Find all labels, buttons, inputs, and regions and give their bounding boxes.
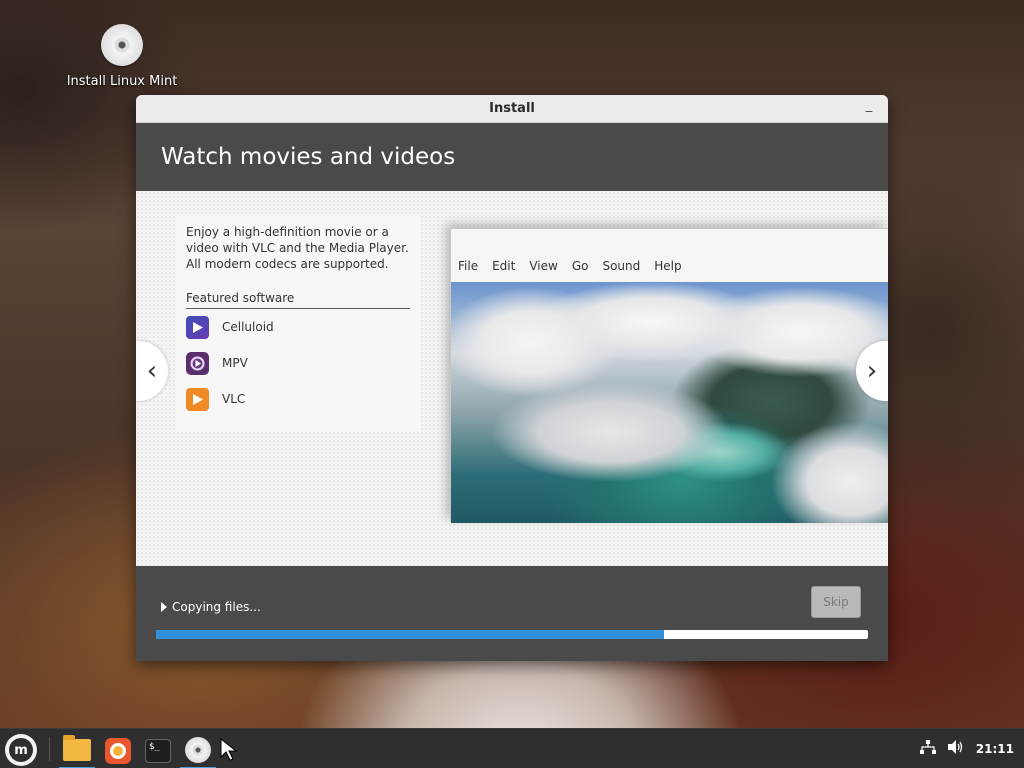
firefox-icon bbox=[105, 738, 131, 764]
desktop-icon-label: Install Linux Mint bbox=[66, 74, 178, 89]
software-name: Celluloid bbox=[222, 320, 274, 334]
taskbar-installer-button[interactable] bbox=[180, 733, 216, 768]
slide-header: Watch movies and videos bbox=[136, 123, 888, 191]
vlc-icon bbox=[186, 387, 209, 411]
taskbar-firefox-button[interactable] bbox=[100, 733, 136, 768]
screenshot-menu-help: Help bbox=[654, 259, 682, 273]
taskbar-files-button[interactable] bbox=[59, 733, 95, 768]
screenshot-menubar: File Edit View Go Sound Help bbox=[451, 259, 689, 277]
window-title: Install bbox=[489, 101, 535, 116]
clock[interactable]: 21:11 bbox=[976, 742, 1014, 756]
expander-triangle-icon bbox=[161, 602, 167, 612]
mouse-cursor-icon bbox=[220, 738, 238, 761]
slide-info-card: Enjoy a high-definition movie or a video… bbox=[176, 216, 421, 431]
taskbar-terminal-button[interactable]: $_ bbox=[140, 733, 176, 768]
system-tray: 21:11 bbox=[919, 729, 1014, 768]
mint-logo-icon: m bbox=[9, 738, 33, 762]
mpv-icon bbox=[186, 351, 209, 375]
disc-icon bbox=[101, 24, 143, 66]
terminal-icon: $_ bbox=[145, 739, 171, 763]
minimize-icon[interactable]: _ bbox=[862, 99, 876, 115]
chevron-left-icon: ‹ bbox=[146, 356, 158, 386]
installer-disc-icon bbox=[185, 737, 211, 763]
software-item-vlc: VLC bbox=[186, 381, 411, 417]
progress-bar-fill bbox=[156, 630, 665, 639]
featured-software-title: Featured software bbox=[186, 291, 410, 309]
status-expander[interactable]: Copying files... bbox=[161, 600, 261, 614]
celluloid-icon bbox=[186, 315, 209, 339]
slide-screenshot: File Edit View Go Sound Help bbox=[450, 228, 888, 523]
slideshow: Enjoy a high-definition movie or a video… bbox=[136, 191, 888, 566]
taskbar: m $_ 21:11 bbox=[0, 728, 1024, 768]
screenshot-menu-view: View bbox=[529, 259, 558, 273]
screenshot-menu-file: File bbox=[458, 259, 479, 273]
progress-footer: Copying files... Skip bbox=[136, 566, 888, 661]
slide-heading: Watch movies and videos bbox=[161, 144, 456, 170]
taskbar-separator bbox=[49, 737, 50, 761]
software-name: MPV bbox=[222, 356, 248, 370]
chevron-right-icon: › bbox=[866, 356, 878, 386]
status-text: Copying files... bbox=[172, 600, 261, 614]
network-icon[interactable] bbox=[919, 740, 936, 758]
skip-button[interactable]: Skip bbox=[811, 586, 861, 618]
slide-description: Enjoy a high-definition movie or a video… bbox=[186, 225, 409, 271]
software-item-celluloid: Celluloid bbox=[186, 309, 411, 345]
progress-bar bbox=[156, 630, 868, 639]
screenshot-menu-go: Go bbox=[571, 259, 589, 273]
software-name: VLC bbox=[222, 392, 246, 406]
software-item-mpv: MPV bbox=[186, 345, 411, 381]
window-titlebar[interactable]: Install _ bbox=[136, 95, 888, 123]
screenshot-menu-sound: Sound bbox=[602, 259, 641, 273]
screenshot-menu-edit: Edit bbox=[492, 259, 516, 273]
video-frame-image bbox=[451, 282, 888, 523]
desktop-icon-install-linux-mint[interactable]: Install Linux Mint bbox=[62, 24, 182, 89]
files-icon bbox=[63, 735, 91, 761]
install-window: Install _ Watch movies and videos Enjoy … bbox=[136, 95, 888, 661]
previous-slide-button[interactable]: ‹ bbox=[136, 341, 168, 401]
volume-icon[interactable] bbox=[947, 740, 964, 758]
mint-menu-button[interactable]: m bbox=[5, 734, 37, 766]
